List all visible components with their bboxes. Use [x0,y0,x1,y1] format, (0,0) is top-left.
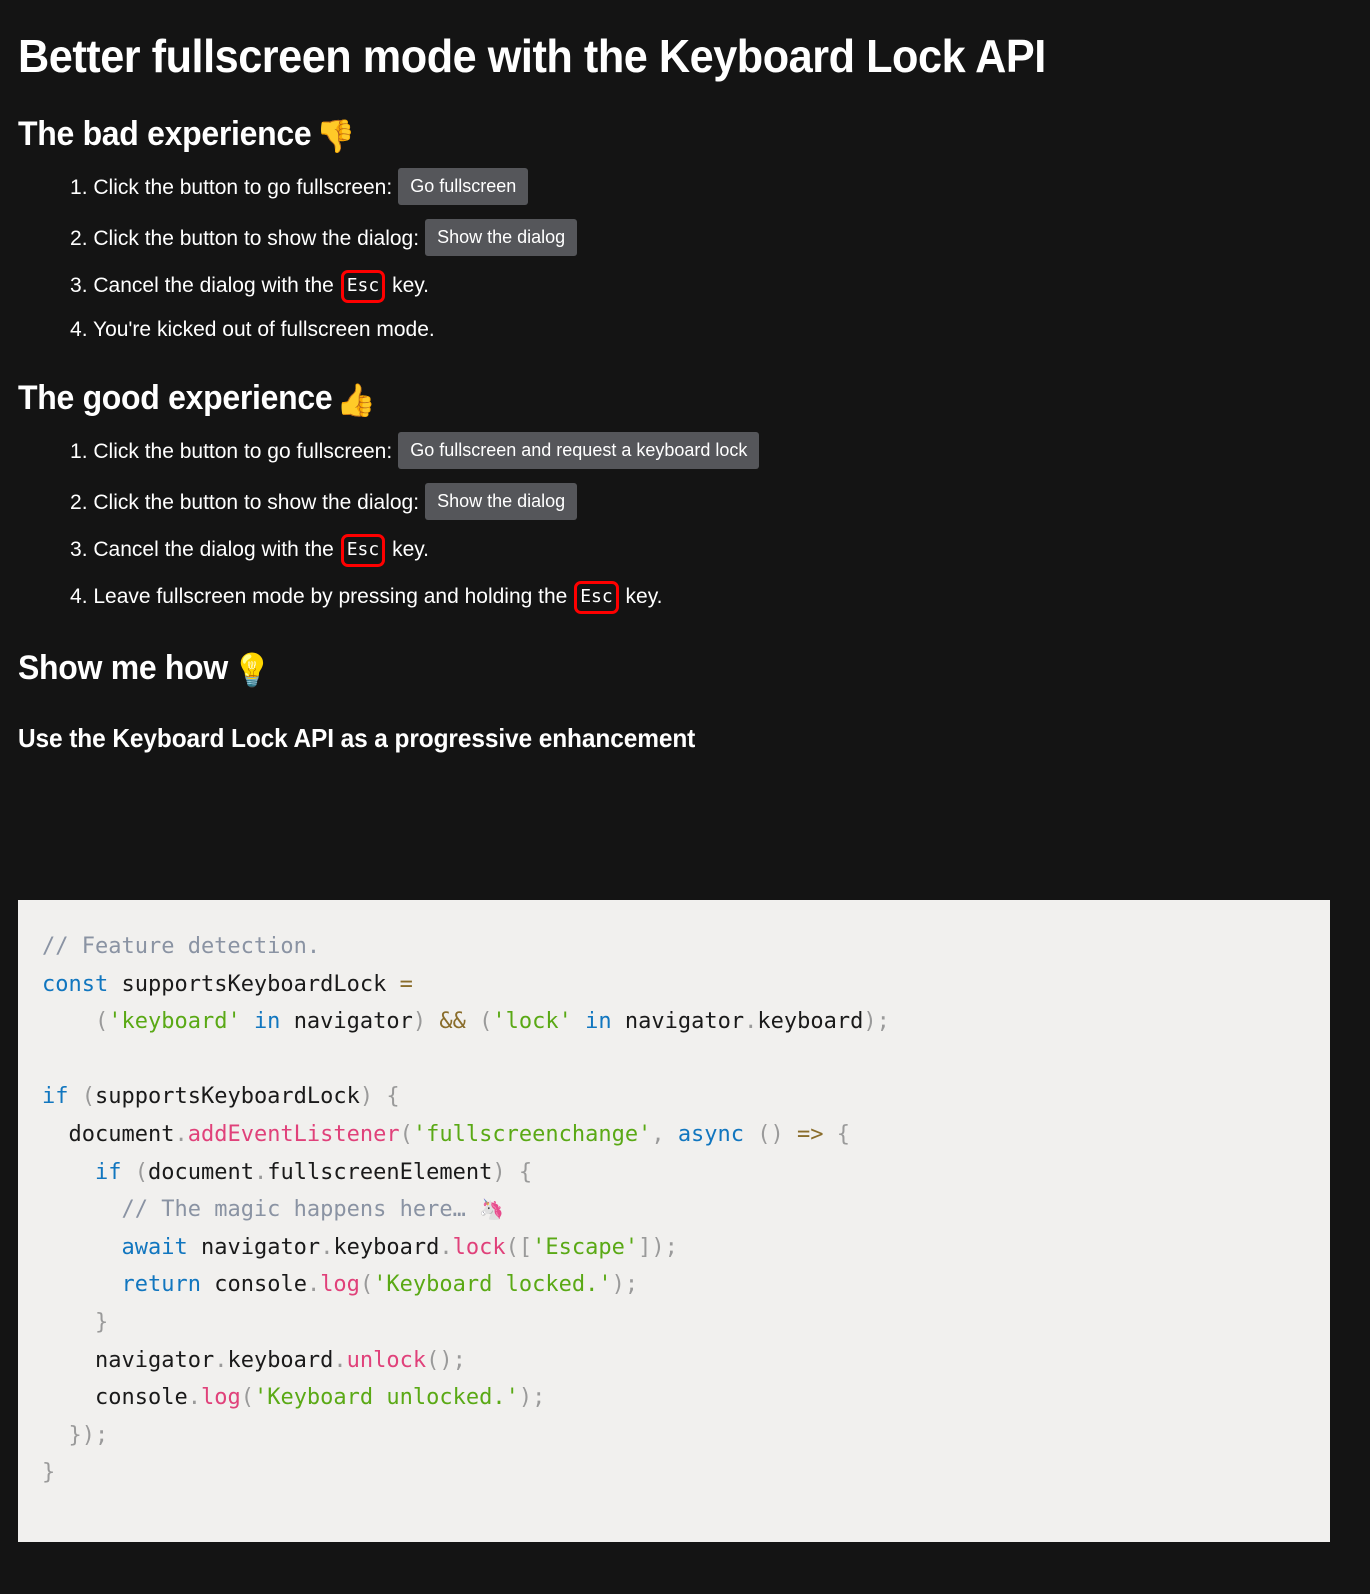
section-heading-good: The good experience 👍 [18,344,1272,418]
esc-key: Esc [340,533,386,567]
article-page: Better fullscreen mode with the Keyboard… [0,0,1370,1594]
steps-list-bad: Click the button to go fullscreen: Go ful… [18,154,1352,343]
step-text-after: key. [392,537,430,561]
step-text: Leave fullscreen mode by pressing and ho… [93,584,568,608]
list-item: Click the button to go fullscreen: Go ful… [70,418,1352,469]
section-heading-bad: The bad experience 👎 [18,80,1272,154]
list-item: Click the button to show the dialog: Show… [70,205,1352,257]
show-dialog-button[interactable]: Show the dialog [425,482,578,520]
page-title-text: Better fullscreen mode with the Keyboard… [18,30,1046,82]
step-text: You're kicked out of fullscreen mode. [92,318,435,342]
list-item: Cancel the dialog with the Esc key. [70,256,1352,304]
page-title: Better fullscreen mode with the Keyboard… [18,0,1272,80]
esc-key: Esc [340,270,386,304]
thumbs-up-emoji: 👍 [336,380,377,419]
list-item: Leave fullscreen mode by pressing and ho… [70,567,1352,614]
step-text: Click the button to go fullscreen: [93,439,393,463]
go-fullscreen-button[interactable]: Go fullscreen [398,168,529,206]
lightbulb-emoji: 💡 [232,650,272,689]
code-content: // Feature detection. const supportsKeyb… [42,928,1330,1492]
section-heading-how: Show me how 💡 [18,614,1272,688]
show-dialog-button[interactable]: Show the dialog [425,219,578,257]
list-item: You're kicked out of fullscreen mode. [70,303,1352,343]
section-heading-good-text: The good experience [18,378,333,417]
step-text: Click the button to show the dialog: [93,227,420,251]
section-heading-how-text: Show me how [18,648,228,687]
code-block: // Feature detection. const supportsKeyb… [18,900,1330,1542]
list-item: Click the button to go fullscreen: Go ful… [70,154,1352,206]
step-text: Cancel the dialog with the [93,274,334,298]
step-text-after: key. [392,274,430,298]
step-text: Click the button to go fullscreen: [93,176,393,200]
step-text: Click the button to show the dialog: [93,490,420,514]
list-item: Cancel the dialog with the Esc key. [70,520,1352,567]
thumbs-down-emoji: 👎 [315,117,356,156]
subsection-heading: Use the Keyboard Lock API as a progressi… [18,688,1272,753]
step-text: Cancel the dialog with the [93,537,334,561]
code-javascript: // Feature detection. const supportsKeyb… [42,934,890,1486]
step-text-after: key. [625,584,663,608]
list-item: Click the button to show the dialog: Show… [70,469,1352,520]
steps-list-good: Click the button to go fullscreen: Go ful… [18,418,1352,614]
go-fullscreen-keyboard-lock-button[interactable]: Go fullscreen and request a keyboard loc… [398,431,760,469]
section-heading-bad-text: The bad experience [18,115,312,154]
subsection-heading-text: Use the Keyboard Lock API as a progressi… [18,723,696,754]
esc-key: Esc [574,580,619,614]
